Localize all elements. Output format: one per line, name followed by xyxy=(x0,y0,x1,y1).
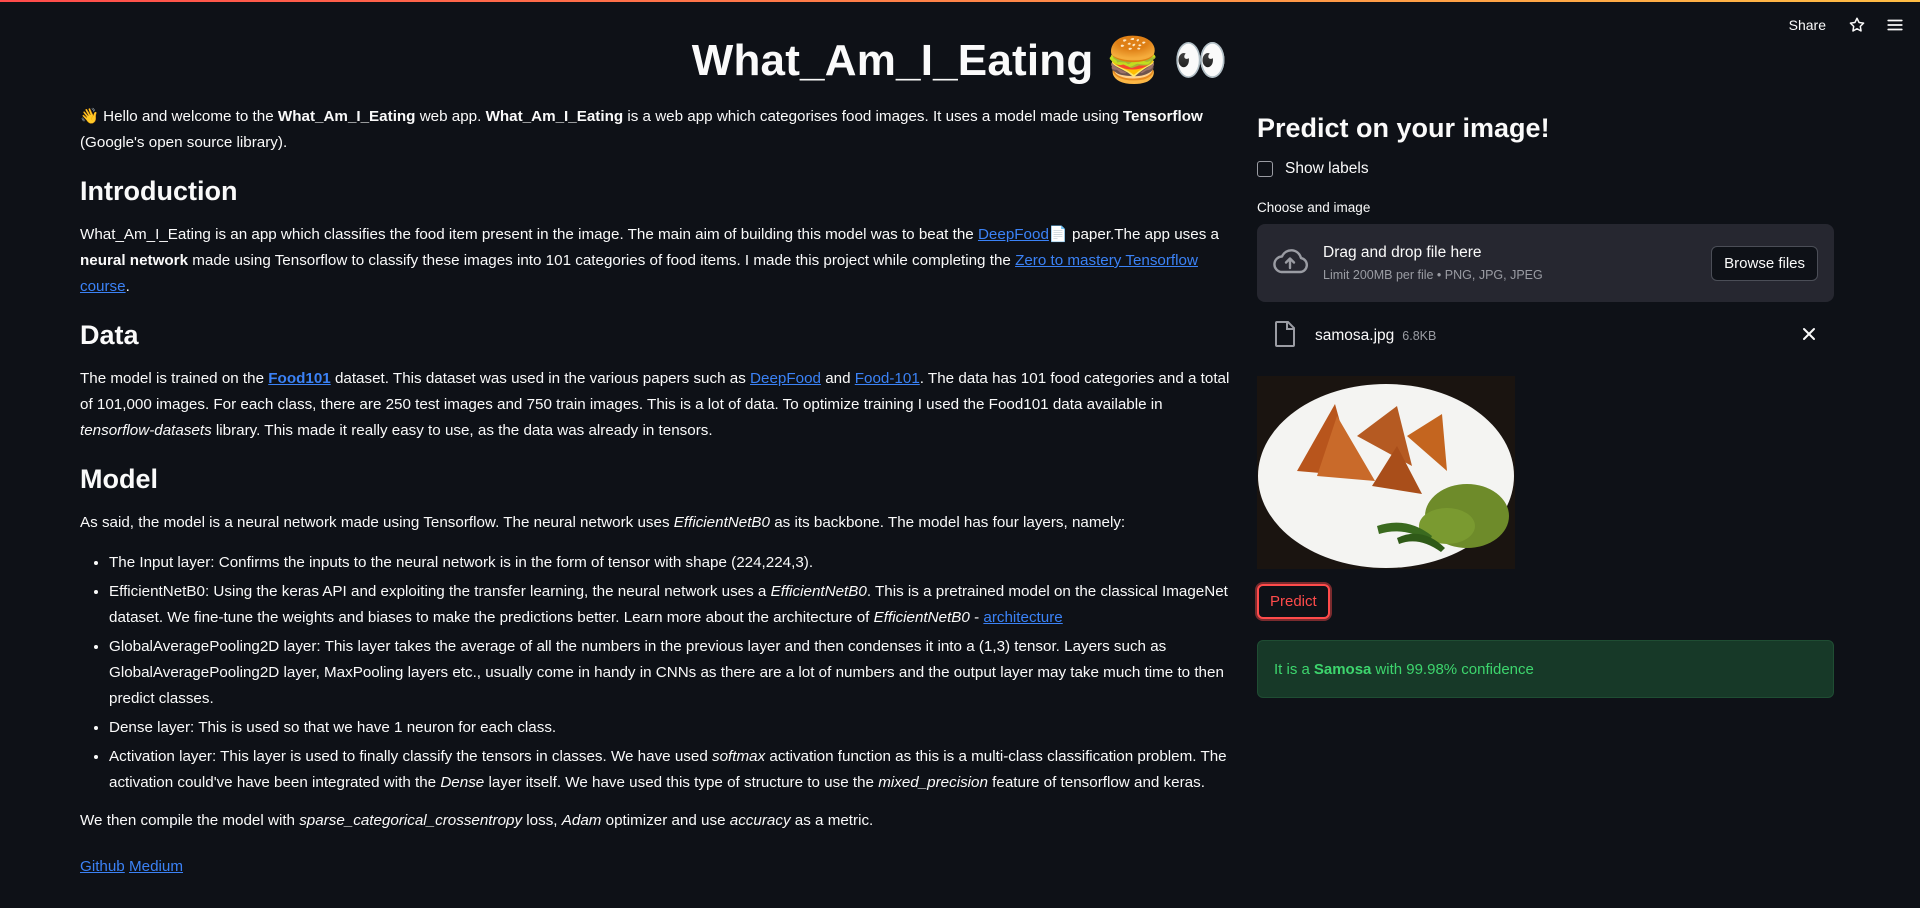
list-item: EfficientNetB0: Using the keras API and … xyxy=(109,579,1240,631)
text: as a metric. xyxy=(790,812,874,829)
text: . xyxy=(125,278,130,295)
show-labels-checkbox[interactable] xyxy=(1257,161,1273,177)
page-title: What_Am_I_Eating 🍔 👀 xyxy=(691,36,1229,85)
italic-text: Adam xyxy=(561,812,602,829)
deepfood-link[interactable]: DeepFood xyxy=(978,226,1049,243)
italic-text: tensorflow-datasets xyxy=(80,422,212,439)
deepfood-paper-link[interactable]: DeepFood xyxy=(750,370,821,387)
data-heading: Data xyxy=(80,320,139,350)
introduction-heading: Introduction xyxy=(80,176,238,206)
text: made using Tensorflow to classify these … xyxy=(188,252,1016,269)
text: The model is trained on the xyxy=(80,370,269,387)
github-link[interactable]: Github xyxy=(80,858,125,875)
top-decoration-bar xyxy=(0,0,1920,2)
food101-link[interactable]: Food101 xyxy=(268,370,330,387)
file-size: 6.8KB xyxy=(1402,329,1437,343)
wave-emoji: 👋 xyxy=(80,108,99,125)
bold-text: neural network xyxy=(80,252,189,269)
text: The Input layer: Confirms the inputs to … xyxy=(109,554,814,571)
model-paragraph: As said, the model is a neural network m… xyxy=(80,510,1240,536)
list-item: The Input layer: Confirms the inputs to … xyxy=(109,550,1240,576)
predict-panel: Predict on your image! Show labels Choos… xyxy=(1257,110,1834,698)
text: loss, xyxy=(522,812,562,829)
italic-text: Dense xyxy=(440,774,485,791)
model-heading: Model xyxy=(80,464,158,494)
italic-text: softmax xyxy=(712,748,766,765)
remove-file-icon[interactable] xyxy=(1802,327,1816,346)
text: web app. xyxy=(415,108,486,125)
italic-text: accuracy xyxy=(729,812,791,829)
share-button[interactable]: Share xyxy=(1785,15,1830,35)
medium-link[interactable]: Medium xyxy=(129,858,183,875)
main-content: 👋 Hello and welcome to the What_Am_I_Eat… xyxy=(80,104,1240,894)
text: feature of tensorflow and keras. xyxy=(987,774,1205,791)
layer-list: The Input layer: Confirms the inputs to … xyxy=(80,550,1240,796)
file-icon xyxy=(1275,320,1295,352)
text: with 99.98% confidence xyxy=(1375,660,1534,678)
list-item: GlobalAveragePooling2D layer: This layer… xyxy=(109,634,1240,712)
show-labels-checkbox-row[interactable]: Show labels xyxy=(1257,160,1834,178)
predicted-food: Samosa xyxy=(1313,660,1372,678)
cloud-upload-icon xyxy=(1271,247,1309,280)
uploaded-file-row: samosa.jpg 6.8KB xyxy=(1257,306,1834,366)
food-101-paper-link[interactable]: Food-101 xyxy=(855,370,920,387)
uploaded-image-preview xyxy=(1257,376,1515,569)
browse-files-button[interactable]: Browse files xyxy=(1711,245,1818,281)
text: Hello and welcome to the xyxy=(98,108,278,125)
italic-text: mixed_precision xyxy=(878,774,988,791)
italic-text: EfficientNetB0 xyxy=(770,583,867,600)
text: It is a xyxy=(1274,660,1310,678)
italic-text: EfficientNetB0 xyxy=(673,514,771,531)
architecture-link[interactable]: architecture xyxy=(983,609,1062,626)
text: optimizer and use xyxy=(601,812,730,829)
prediction-result: It is a Samosa with 99.98% confidence xyxy=(1257,640,1834,698)
dropzone-title: Drag and drop file here xyxy=(1323,244,1482,261)
text: is a web app which categorises food imag… xyxy=(623,108,1123,125)
text: We then compile the model with xyxy=(80,812,300,829)
list-item: Activation layer: This layer is used to … xyxy=(109,744,1240,796)
bold-text: What_Am_I_Eating xyxy=(485,108,624,125)
intro-paragraph: 👋 Hello and welcome to the What_Am_I_Eat… xyxy=(80,104,1240,156)
bold-text: What_Am_I_Eating xyxy=(277,108,416,125)
upload-label: Choose and image xyxy=(1257,200,1371,215)
text: Activation layer: This layer is used to … xyxy=(109,748,712,765)
predict-heading: Predict on your image! xyxy=(1257,113,1550,143)
text: layer itself. We have used this type of … xyxy=(484,774,879,791)
compile-paragraph: We then compile the model with sparse_ca… xyxy=(80,808,1240,834)
text: As said, the model is a neural network m… xyxy=(80,514,674,531)
list-item: Dense layer: This is used so that we hav… xyxy=(109,715,1240,741)
text: library. This made it really easy to use… xyxy=(211,422,713,439)
file-name: samosa.jpg xyxy=(1315,327,1395,344)
text: Dense layer: This is used so that we hav… xyxy=(109,719,557,736)
text: GlobalAveragePooling2D layer: This layer… xyxy=(109,638,1224,707)
show-labels-label: Show labels xyxy=(1285,160,1369,177)
file-dropzone[interactable]: Drag and drop file here Limit 200MB per … xyxy=(1257,224,1834,302)
text: as its backbone. The model has four laye… xyxy=(770,514,1126,531)
dropzone-text: Drag and drop file here Limit 200MB per … xyxy=(1323,244,1711,282)
introduction-paragraph: What_Am_I_Eating is an app which classif… xyxy=(80,222,1240,300)
text: EfficientNetB0: Using the keras API and … xyxy=(109,583,771,600)
text: (Google's open source library). xyxy=(80,134,288,151)
text: What_Am_I_Eating is an app which classif… xyxy=(80,226,978,243)
text: dataset. This dataset was used in the va… xyxy=(330,370,751,387)
data-paragraph: The model is trained on the Food101 data… xyxy=(80,366,1240,444)
dropzone-limits: Limit 200MB per file • PNG, JPG, JPEG xyxy=(1323,268,1543,282)
text: - xyxy=(969,609,984,626)
predict-button[interactable]: Predict xyxy=(1257,584,1330,619)
italic-text: sparse_categorical_crossentropy xyxy=(299,812,523,829)
text: 📄 paper.The app uses a xyxy=(1048,226,1219,243)
bold-text: Tensorflow xyxy=(1122,108,1203,125)
italic-text: EfficientNetB0 xyxy=(873,609,970,626)
text: and xyxy=(820,370,855,387)
footer-links: Github Medium xyxy=(80,854,1240,880)
